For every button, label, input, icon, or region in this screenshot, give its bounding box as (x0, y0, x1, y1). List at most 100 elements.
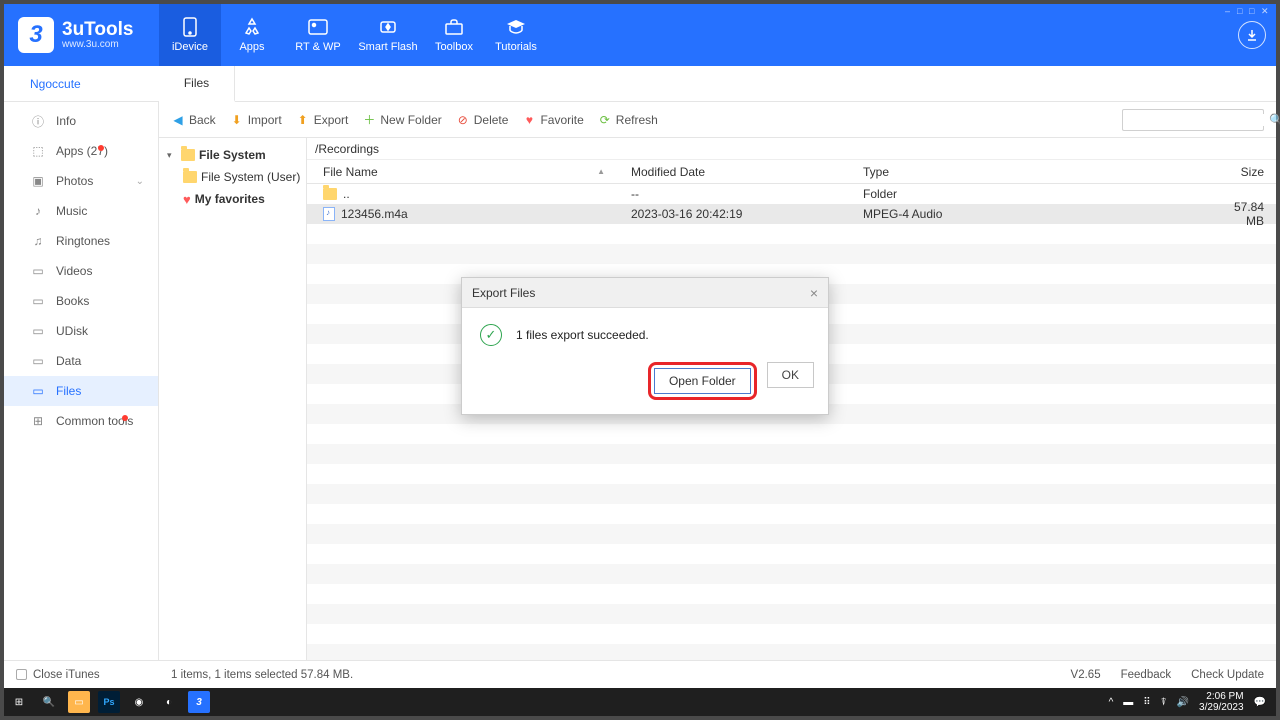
open-folder-button[interactable]: Open Folder (654, 368, 751, 394)
caret-icon: ▾ (167, 150, 177, 161)
app-taskbar-icon[interactable]: ◐ (158, 691, 180, 713)
subheader: Ngoccute Files (4, 66, 1276, 102)
delete-button[interactable]: ⊘Delete (456, 113, 509, 127)
back-icon: ◀ (171, 113, 185, 127)
photoshop-taskbar-icon[interactable]: Ps (98, 691, 120, 713)
status-summary: 1 items, 1 items selected 57.84 MB. (171, 669, 353, 681)
tray-battery-icon[interactable]: ▬ (1123, 697, 1133, 708)
sidebar-books[interactable]: ▭Books (4, 286, 158, 316)
user-name[interactable]: Ngoccute (4, 66, 159, 101)
left-sidebar: ⓘInfo ⬚Apps (27) ▣Photos⌄ ♪Music ♫Ringto… (4, 102, 159, 660)
refresh-icon: ⟳ (598, 113, 612, 127)
sidebar-apps[interactable]: ⬚Apps (27) (4, 136, 158, 166)
dialog-message: 1 files export succeeded. (516, 328, 649, 342)
folder-icon (183, 171, 197, 183)
logo-icon: 3 (18, 17, 54, 53)
folder-icon: ▭ (30, 383, 46, 399)
col-modified[interactable]: Modified Date (615, 165, 847, 179)
refresh-button[interactable]: ⟳Refresh (598, 113, 658, 127)
sidebar-photos[interactable]: ▣Photos⌄ (4, 166, 158, 196)
chevron-down-icon: ⌄ (136, 176, 144, 187)
apps-icon: ⬚ (30, 143, 46, 159)
sidebar-common-tools[interactable]: ⊞Common tools (4, 406, 158, 436)
path-breadcrumb[interactable]: /Recordings (307, 138, 1276, 160)
tray-wifi-icon[interactable]: ⠿ (1143, 697, 1150, 708)
explorer-taskbar-icon[interactable]: ▭ (68, 691, 90, 713)
tray-volume-icon[interactable]: 🔊 (1177, 697, 1189, 708)
toolbox-icon (444, 17, 464, 37)
dialog-close-button[interactable]: × (810, 285, 818, 301)
tray-shield-icon[interactable]: ⍒ (1161, 697, 1167, 708)
search-taskbar-icon[interactable]: 🔍 (38, 691, 60, 713)
badge-dot-icon (122, 415, 128, 421)
heart-icon: ♥ (183, 192, 191, 207)
sidebar-data[interactable]: ▭Data (4, 346, 158, 376)
app-title: 3uTools (62, 20, 133, 39)
file-list: .. -- Folder 123456.m4a 2023-03-16 20:42… (307, 184, 1276, 660)
search-box[interactable]: 🔍 (1122, 109, 1264, 131)
ok-button[interactable]: OK (767, 362, 814, 388)
new-folder-button[interactable]: ＋New Folder (362, 113, 441, 127)
import-button[interactable]: ⬇Import (230, 113, 282, 127)
nav-toolbox[interactable]: Toolbox (423, 4, 485, 66)
start-button[interactable]: ⊞ (8, 691, 30, 713)
3utools-taskbar-icon[interactable]: 3 (188, 691, 210, 713)
col-size[interactable]: Size (1216, 165, 1276, 179)
chrome-taskbar-icon[interactable]: ◉ (128, 691, 150, 713)
tree-user[interactable]: File System (User) (163, 166, 302, 188)
sidebar-music[interactable]: ♪Music (4, 196, 158, 226)
newfolder-icon: ＋ (362, 113, 376, 127)
book-icon: ▭ (30, 293, 46, 309)
sidebar-info[interactable]: ⓘInfo (4, 106, 158, 136)
sidebar-files[interactable]: ▭Files (4, 376, 158, 406)
sidebar-udisk[interactable]: ▭UDisk (4, 316, 158, 346)
photos-icon: ▣ (30, 173, 46, 189)
phone-icon (180, 17, 200, 37)
tree-root[interactable]: ▾File System (163, 144, 302, 166)
tab-files[interactable]: Files (159, 66, 235, 102)
image-icon (308, 17, 328, 37)
sidebar-videos[interactable]: ▭Videos (4, 256, 158, 286)
nav-tutorials[interactable]: Tutorials (485, 4, 547, 66)
feedback-link[interactable]: Feedback (1121, 669, 1172, 681)
music-icon: ♪ (30, 203, 46, 219)
sidebar-ringtones[interactable]: ♫Ringtones (4, 226, 158, 256)
toolbar: ◀Back ⬇Import ⬆Export ＋New Folder ⊘Delet… (159, 102, 1276, 138)
data-icon: ▭ (30, 353, 46, 369)
export-icon: ⬆ (296, 113, 310, 127)
nav-apps[interactable]: Apps (221, 4, 283, 66)
col-type[interactable]: Type (847, 165, 1216, 179)
window-controls[interactable]: –□□✕ (1225, 6, 1270, 15)
check-update-link[interactable]: Check Update (1191, 669, 1264, 681)
appstore-icon (242, 17, 262, 37)
file-row-parent[interactable]: .. -- Folder (307, 184, 1276, 204)
sort-asc-icon: ▲ (597, 167, 605, 176)
tray-notification-icon[interactable]: 💬 (1254, 697, 1266, 708)
close-itunes-checkbox[interactable] (16, 669, 27, 680)
taskbar-clock[interactable]: 2:06 PM 3/29/2023 (1199, 691, 1244, 713)
audio-file-icon (323, 207, 335, 221)
nav-idevice[interactable]: iDevice (159, 4, 221, 66)
app-logo: 3 3uTools www.3u.com (4, 17, 159, 53)
nav-flash[interactable]: Smart Flash (353, 4, 423, 66)
export-button[interactable]: ⬆Export (296, 113, 349, 127)
folder-icon (181, 149, 195, 161)
col-name[interactable]: File Name▲ (307, 165, 615, 179)
tray-chevron-icon[interactable]: ^ (1109, 697, 1114, 708)
download-button[interactable] (1238, 21, 1266, 49)
favorite-button[interactable]: ♥Favorite (522, 113, 583, 127)
search-icon: 🔍 (1269, 113, 1280, 127)
search-input[interactable] (1127, 114, 1269, 126)
disk-icon: ▭ (30, 323, 46, 339)
nav-rtwp[interactable]: RT & WP (283, 4, 353, 66)
version-label: V2.65 (1071, 669, 1101, 681)
file-row[interactable]: 123456.m4a 2023-03-16 20:42:19 MPEG-4 Au… (307, 204, 1276, 224)
annotation-highlight: Open Folder (648, 362, 757, 400)
export-dialog: Export Files × ✓ 1 files export succeede… (461, 277, 829, 415)
grid-icon: ⊞ (30, 413, 46, 429)
delete-icon: ⊘ (456, 113, 470, 127)
folder-tree: ▾File System File System (User) ♥My favo… (159, 138, 307, 660)
back-button[interactable]: ◀Back (171, 113, 216, 127)
dialog-title: Export Files (472, 286, 535, 300)
tree-favorites[interactable]: ♥My favorites (163, 188, 302, 210)
